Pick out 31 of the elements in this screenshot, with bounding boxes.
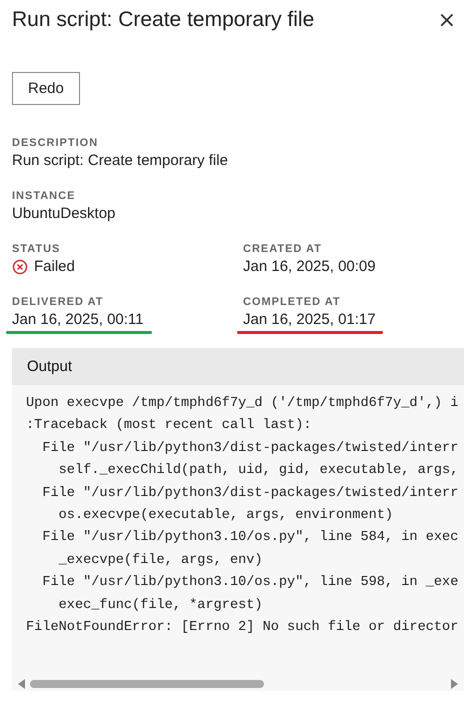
output-line: os.execvpe(executable, args, environment) (58, 507, 394, 526)
close-button[interactable]: × (436, 8, 458, 32)
output-line: File "/usr/lib/python3/dist-packages/twisted/interr (41, 440, 460, 458)
detail-label: STATUS (12, 242, 60, 257)
detail-value: Run script: Create temporary file (12, 151, 228, 171)
detail-value: Jan 16, 2025, 00:11 (12, 310, 144, 330)
detail-label: DELIVERED AT (12, 295, 104, 310)
error-circle-icon (12, 259, 28, 275)
detail-value: Jan 16, 2025, 01:17 (243, 310, 376, 330)
detail-value: UbuntuDesktop (12, 204, 116, 224)
scroll-left-icon[interactable] (18, 679, 26, 689)
detail-label: COMPLETED AT (243, 295, 341, 310)
detail-label: INSTANCE (12, 189, 76, 204)
panel-title: Run script: Create temporary file (12, 8, 314, 32)
output-line: File "/usr/lib/python3.10/os.py", line 598, in _exe (41, 574, 460, 592)
detail-label: CREATED AT (243, 242, 322, 257)
output-line: File "/usr/lib/python3/dist-packages/twisted/interr (41, 484, 460, 503)
redo-button[interactable]: Redo (12, 72, 80, 105)
scrollbar-thumb[interactable] (30, 680, 264, 688)
output-line: :Traceback (most recent call last): (26, 417, 313, 436)
output-line: Upon execvpe /tmp/tmphd6f7y_d ('/tmp/tmphd6f7y_d',) i (26, 395, 460, 413)
output-line: exec_func(file, *argrest) (58, 596, 264, 615)
detail-value: Jan 16, 2025, 00:09 (243, 257, 376, 277)
detail-label: DESCRIPTION (12, 136, 98, 151)
status-text: Failed (34, 257, 75, 277)
output-line: File "/usr/lib/python3.10/os.py", line 584, in exec (41, 529, 460, 548)
output-line: self._execChild(path, uid, gid, executable, args, (58, 462, 460, 480)
scroll-right-icon[interactable] (450, 679, 458, 689)
output-line: _execvpe(file, args, env) (58, 552, 264, 570)
output-title: Output (27, 358, 72, 375)
output-line: FileNotFoundError: [Errno 2] No such file or director (26, 619, 460, 638)
